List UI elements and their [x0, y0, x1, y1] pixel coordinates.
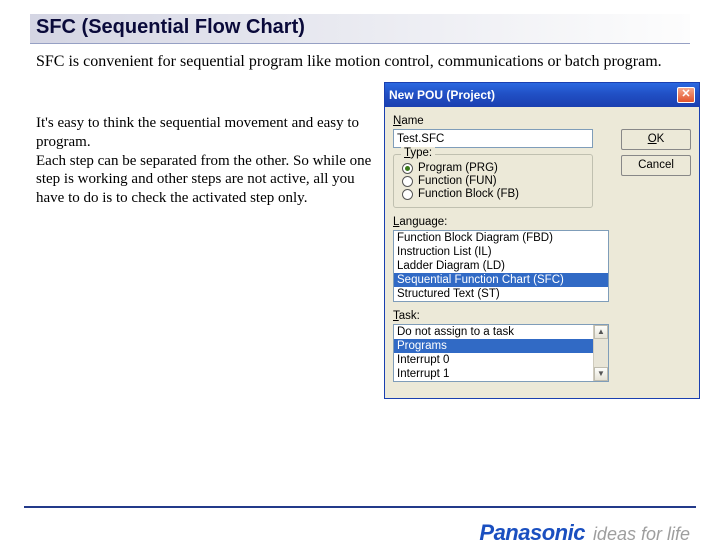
explanation-text: It's easy to think the sequential moveme…: [36, 114, 376, 208]
language-label: Language:: [393, 216, 691, 228]
list-item[interactable]: Ladder Diagram (LD): [394, 259, 608, 273]
list-item[interactable]: Sequential Function Chart (SFC): [394, 273, 608, 287]
type-group: Type: Program (PRG) Function (FUN) Funct…: [393, 154, 593, 208]
cancel-button[interactable]: Cancel: [621, 155, 691, 176]
type-option-label: Program (PRG): [418, 162, 498, 174]
brand-logo: Panasonic: [479, 520, 585, 546]
task-scrollbar[interactable]: ▲ ▼: [593, 325, 608, 381]
type-option-prg[interactable]: Program (PRG): [402, 162, 584, 174]
list-item[interactable]: Programs: [394, 339, 593, 353]
radio-icon: [402, 163, 413, 174]
type-option-label: Function (FUN): [418, 175, 497, 187]
slide-intro: SFC is convenient for sequential program…: [36, 52, 684, 72]
list-item[interactable]: Function Block Diagram (FBD): [394, 231, 608, 245]
scroll-up-icon[interactable]: ▲: [594, 325, 608, 339]
dialog-titlebar[interactable]: New POU (Project) ✕: [385, 83, 699, 107]
brand-tagline: ideas for life: [593, 524, 690, 545]
task-listbox[interactable]: Do not assign to a task Programs Interru…: [393, 324, 609, 382]
type-option-fb[interactable]: Function Block (FB): [402, 188, 584, 200]
type-legend: Type:: [401, 147, 435, 159]
list-item[interactable]: Interrupt 1: [394, 367, 593, 381]
scroll-down-icon[interactable]: ▼: [594, 367, 608, 381]
list-item[interactable]: Do not assign to a task: [394, 325, 593, 339]
type-option-fun[interactable]: Function (FUN): [402, 175, 584, 187]
radio-icon: [402, 176, 413, 187]
list-item[interactable]: Interrupt 0: [394, 353, 593, 367]
list-item[interactable]: Instruction List (IL): [394, 245, 608, 259]
slide-title: SFC (Sequential Flow Chart): [30, 14, 690, 44]
footer-divider: [24, 506, 696, 508]
list-item[interactable]: Structured Text (ST): [394, 287, 608, 301]
dialog-title-text: New POU (Project): [389, 88, 495, 102]
task-label: Task:: [393, 310, 691, 322]
footer-logo: Panasonic ideas for life: [479, 520, 690, 546]
type-option-label: Function Block (FB): [418, 188, 519, 200]
radio-icon: [402, 189, 413, 200]
language-listbox[interactable]: Function Block Diagram (FBD) Instruction…: [393, 230, 609, 302]
ok-button[interactable]: OK: [621, 129, 691, 150]
name-label: Name: [393, 115, 691, 127]
new-pou-dialog: New POU (Project) ✕ Name OK Cancel Type:…: [384, 82, 700, 399]
name-field[interactable]: [393, 129, 593, 148]
close-button[interactable]: ✕: [677, 87, 695, 103]
